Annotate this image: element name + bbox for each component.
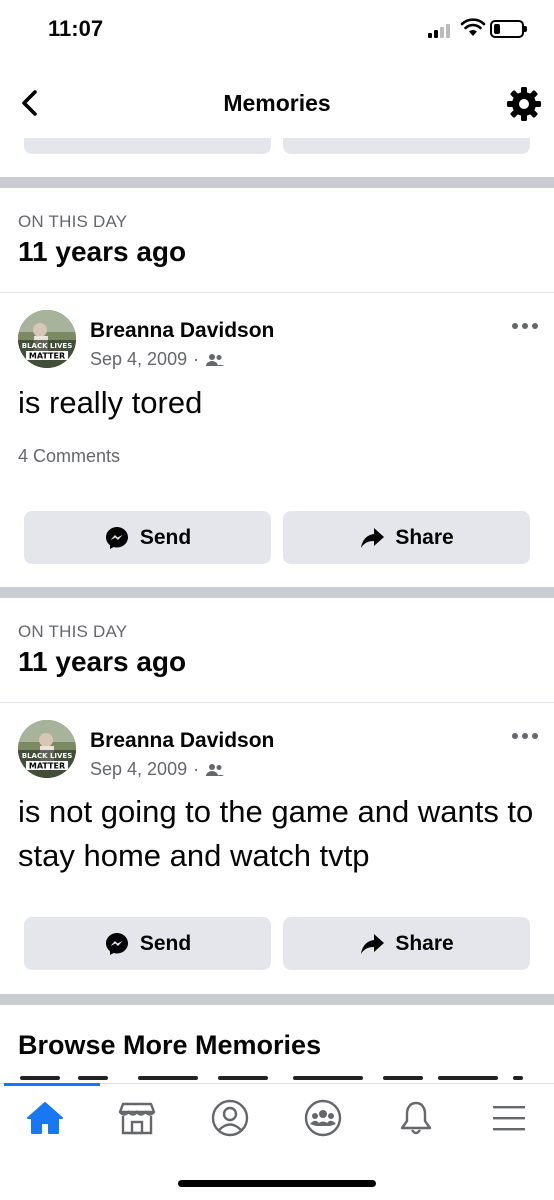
post-date[interactable]: Sep 4, 2009 (90, 759, 187, 780)
messenger-icon (105, 932, 128, 955)
friends-audience-icon (206, 353, 225, 366)
post-text: is not going to the game and wants to st… (18, 794, 534, 873)
share-button[interactable]: Share (283, 511, 530, 564)
post-meta: Sep 4, 2009 · (90, 759, 225, 780)
tab-menu[interactable] (486, 1098, 532, 1138)
status-bar: 11:07 (0, 0, 554, 60)
battery-icon (490, 20, 527, 38)
post-meta: Sep 4, 2009 · (90, 349, 225, 370)
share-arrow-icon (361, 527, 385, 548)
svg-text:MATTER: MATTER (29, 352, 65, 361)
comments-count[interactable]: 4 Comments (18, 446, 120, 467)
send-label: Send (139, 525, 192, 549)
memory-kicker: ON THIS DAY (18, 622, 128, 641)
divider-line (0, 702, 554, 703)
browse-more-heading: Browse More Memories (18, 1030, 322, 1060)
post-author[interactable]: Breanna Davidson (90, 319, 274, 343)
bell-icon (400, 1101, 432, 1135)
post-author[interactable]: Breanna Davidson (90, 729, 274, 753)
section-divider (0, 587, 554, 598)
more-options-icon[interactable] (510, 728, 540, 748)
share-arrow-icon (361, 933, 385, 954)
friends-audience-icon (206, 763, 225, 776)
post-text: is really tored (18, 385, 203, 420)
previous-share-button[interactable] (283, 138, 530, 154)
share-button[interactable]: Share (283, 917, 530, 970)
send-button[interactable]: Send (24, 511, 271, 564)
svg-text:MATTER: MATTER (29, 762, 65, 771)
section-divider (0, 994, 554, 1005)
menu-icon (493, 1106, 525, 1131)
section-divider (0, 177, 554, 188)
tab-profile[interactable] (207, 1098, 253, 1138)
page-title: Memories (223, 90, 331, 116)
memory-heading: 11 years ago (18, 236, 187, 267)
memory-heading: 11 years ago (18, 646, 187, 677)
groups-icon (304, 1099, 342, 1137)
active-tab-indicator (4, 1083, 100, 1086)
gear-icon[interactable] (504, 84, 544, 124)
send-label: Send (139, 931, 192, 955)
home-icon (27, 1102, 63, 1134)
svg-text:BLACK LIVES: BLACK LIVES (22, 752, 73, 760)
tab-notifications[interactable] (393, 1098, 439, 1138)
profile-icon (211, 1099, 249, 1137)
share-label: Share (395, 525, 454, 549)
marketplace-icon (118, 1102, 156, 1135)
wifi-icon (460, 18, 486, 36)
status-time: 11:07 (48, 16, 104, 41)
messenger-icon (105, 526, 128, 549)
svg-text:BLACK LIVES: BLACK LIVES (22, 342, 73, 350)
tab-home[interactable] (22, 1098, 68, 1138)
cellular-signal-icon (428, 22, 456, 38)
tab-groups[interactable] (300, 1098, 346, 1138)
more-options-icon[interactable] (510, 318, 540, 338)
meta-separator: · (193, 349, 200, 369)
avatar[interactable]: BLACK LIVES MATTER (18, 720, 76, 778)
meta-separator: · (193, 759, 200, 779)
home-indicator[interactable] (178, 1180, 376, 1187)
tab-marketplace[interactable] (114, 1098, 160, 1138)
share-label: Share (395, 931, 454, 955)
divider-line (0, 292, 554, 293)
previous-send-button[interactable] (24, 138, 271, 154)
avatar[interactable]: BLACK LIVES MATTER (18, 310, 76, 368)
send-button[interactable]: Send (24, 917, 271, 970)
nav-header: Memories (0, 60, 554, 144)
memory-kicker: ON THIS DAY (18, 212, 128, 231)
post-date[interactable]: Sep 4, 2009 (90, 349, 187, 370)
